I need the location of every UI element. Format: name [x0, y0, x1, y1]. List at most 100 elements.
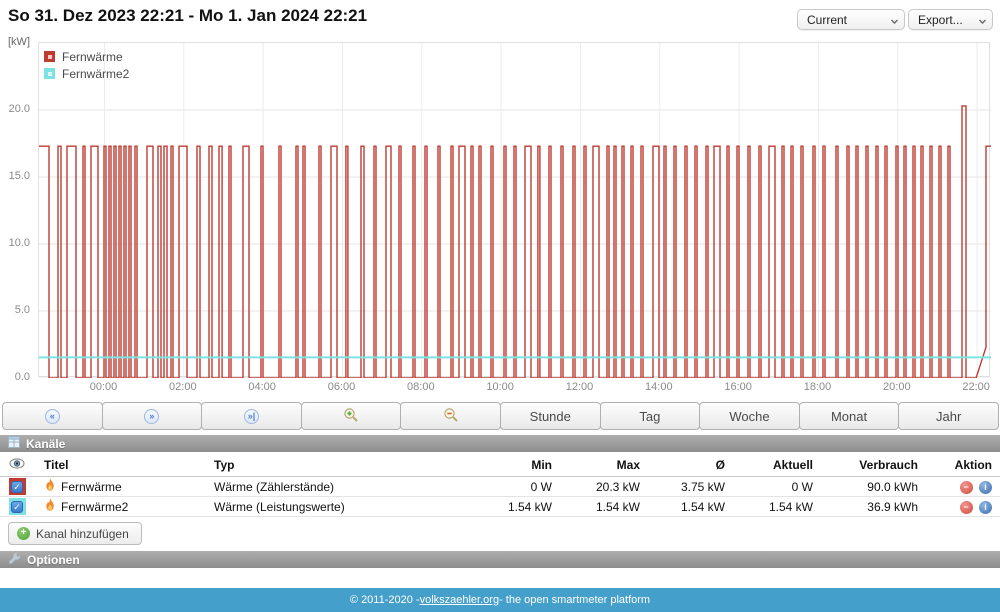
- series-swatch-fernwaerme2: [44, 68, 55, 79]
- column-header-aktuell: Aktuell: [727, 458, 815, 472]
- visibility-column-header: [0, 458, 34, 472]
- table-grid-icon: [8, 436, 20, 451]
- chart-legend: Fernwärme Fernwärme2: [44, 48, 129, 82]
- view-mode-select[interactable]: Current: [797, 9, 905, 30]
- zoom-out-button[interactable]: [400, 402, 501, 430]
- x-axis-labels: 00:0002:0004:0006:0008:0010:0012:0014:00…: [38, 381, 990, 397]
- zoom-out-icon: [443, 407, 459, 426]
- x-tick-label: 20:00: [872, 381, 922, 393]
- zoom-in-button[interactable]: [301, 402, 402, 430]
- channel-title-cell: Fernwärme2: [34, 498, 204, 515]
- x-tick-label: 22:00: [951, 381, 1000, 393]
- remove-channel-icon[interactable]: −: [960, 481, 973, 494]
- y-tick-label: 15.0: [0, 170, 30, 182]
- channel-title: Fernwärme: [61, 480, 122, 494]
- channel-min: 0 W: [484, 480, 554, 494]
- channel-actions: − i: [920, 499, 1000, 513]
- visibility-cell: ✓: [0, 478, 34, 495]
- flame-icon: [44, 498, 56, 515]
- y-tick-label: 5.0: [0, 304, 30, 316]
- range-day-button[interactable]: Tag: [600, 402, 701, 430]
- range-year-button[interactable]: Jahr: [898, 402, 999, 430]
- footer-tagline: - the open smartmeter platform: [499, 594, 650, 606]
- chart-navbar: « » »|: [2, 402, 998, 430]
- nav-jump-to-now-button[interactable]: »|: [201, 402, 302, 430]
- channels-table-header: Titel Typ Min Max Ø Aktuell Verbrauch Ak…: [0, 453, 1000, 477]
- export-value: Export...: [918, 13, 963, 27]
- add-channel-button[interactable]: + Kanal hinzufügen: [8, 522, 142, 545]
- legend-label: Fernwärme: [62, 50, 123, 64]
- channel-consumption: 36.9 kWh: [815, 500, 920, 514]
- chart-plot-area[interactable]: [38, 42, 990, 377]
- series-fernwaerme: [39, 106, 991, 378]
- range-week-button[interactable]: Woche: [699, 402, 800, 430]
- channel-actions: − i: [920, 479, 1000, 493]
- footer-copyright: © 2011-2020 -: [350, 594, 420, 606]
- eye-icon: [9, 458, 25, 472]
- options-section-header[interactable]: Optionen: [0, 551, 1000, 568]
- x-tick-label: 04:00: [237, 381, 287, 393]
- channel-visible-checkbox[interactable]: ✓: [11, 481, 23, 493]
- add-channel-label: Kanal hinzufügen: [36, 527, 129, 541]
- export-select[interactable]: Export...: [908, 9, 993, 30]
- channel-consumption: 90.0 kWh: [815, 480, 920, 494]
- channel-row-fernwaerme2: ✓ Fernwärme2 Wärme (Leistungswerte) 1.54…: [0, 497, 1000, 517]
- flame-icon: [44, 478, 56, 495]
- app-window: So 31. Dez 2023 22:21 - Mo 1. Jan 2024 2…: [0, 0, 1000, 612]
- y-tick-label: 0.0: [0, 371, 30, 383]
- options-section-title: Optionen: [27, 553, 80, 567]
- channel-info-icon[interactable]: i: [979, 501, 992, 514]
- nav-back-button[interactable]: «: [2, 402, 103, 430]
- column-header-typ: Typ: [204, 458, 484, 472]
- y-tick-label: 10.0: [0, 237, 30, 249]
- channel-type: Wärme (Leistungswerte): [204, 500, 484, 514]
- channel-min: 1.54 kW: [484, 500, 554, 514]
- channel-type: Wärme (Zählerstände): [204, 480, 484, 494]
- x-tick-label: 08:00: [396, 381, 446, 393]
- channel-info-icon[interactable]: i: [979, 481, 992, 494]
- channel-avg: 1.54 kW: [642, 500, 727, 514]
- channels-table: Titel Typ Min Max Ø Aktuell Verbrauch Ak…: [0, 453, 1000, 517]
- zoom-in-icon: [343, 407, 359, 426]
- channel-visible-checkbox[interactable]: ✓: [11, 501, 23, 513]
- x-tick-label: 06:00: [316, 381, 366, 393]
- nav-forward-button[interactable]: »: [102, 402, 203, 430]
- channel-color-frame: ✓: [9, 498, 26, 515]
- channel-max: 1.54 kW: [554, 500, 642, 514]
- x-tick-label: 02:00: [158, 381, 208, 393]
- range-hour-button[interactable]: Stunde: [500, 402, 601, 430]
- x-tick-label: 18:00: [792, 381, 842, 393]
- chevron-down-icon: [978, 15, 987, 29]
- view-mode-value: Current: [807, 13, 847, 27]
- wrench-icon: [8, 552, 21, 568]
- x-tick-label: 16:00: [713, 381, 763, 393]
- legend-item: Fernwärme2: [44, 65, 129, 82]
- legend-item: Fernwärme: [44, 48, 129, 65]
- column-header-titel: Titel: [34, 458, 204, 472]
- footer-link[interactable]: volkszaehler.org: [420, 594, 500, 606]
- column-header-avg: Ø: [642, 458, 727, 472]
- x-tick-label: 12:00: [554, 381, 604, 393]
- plus-icon: +: [17, 527, 30, 540]
- chevron-down-icon: [890, 15, 899, 29]
- remove-channel-icon[interactable]: −: [960, 501, 973, 514]
- range-month-button[interactable]: Monat: [799, 402, 900, 430]
- column-header-aktion: Aktion: [920, 458, 1000, 472]
- rewind-icon: «: [45, 409, 60, 424]
- channels-section-header[interactable]: Kanäle: [0, 435, 1000, 452]
- page-title: So 31. Dez 2023 22:21 - Mo 1. Jan 2024 2…: [8, 6, 367, 26]
- channel-color-frame: ✓: [9, 478, 26, 495]
- y-axis-labels: 20.015.010.05.00.0: [0, 42, 33, 382]
- channel-title: Fernwärme2: [61, 500, 128, 514]
- channel-current: 0 W: [727, 480, 815, 494]
- channel-current: 1.54 kW: [727, 500, 815, 514]
- x-tick-label: 00:00: [78, 381, 128, 393]
- channel-row-fernwaerme: ✓ Fernwärme Wärme (Zählerstände) 0 W 20.…: [0, 477, 1000, 497]
- channel-avg: 3.75 kW: [642, 480, 727, 494]
- series-swatch-fernwaerme: [44, 51, 55, 62]
- footer-bar: © 2011-2020 - volkszaehler.org - the ope…: [0, 588, 1000, 612]
- column-header-max: Max: [554, 458, 642, 472]
- legend-label: Fernwärme2: [62, 67, 129, 81]
- skip-to-end-icon: »|: [244, 409, 259, 424]
- column-header-min: Min: [484, 458, 554, 472]
